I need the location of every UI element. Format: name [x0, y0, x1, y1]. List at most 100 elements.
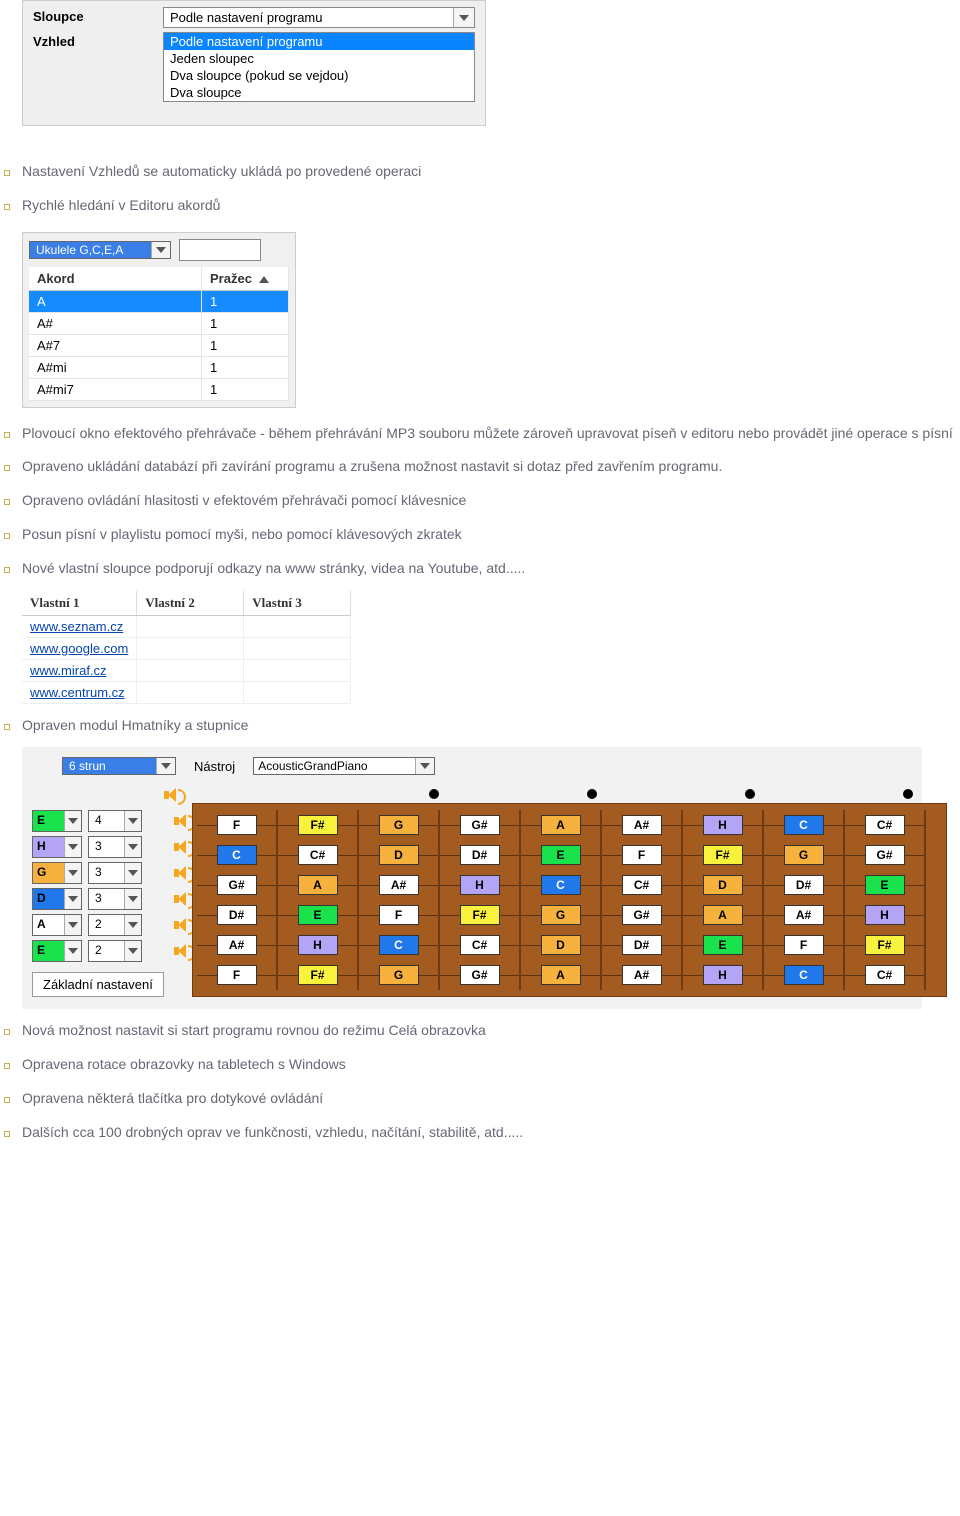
speaker-icon[interactable]: [174, 866, 192, 880]
speaker-icon[interactable]: [174, 814, 192, 828]
fret-cell[interactable]: C#: [440, 930, 521, 960]
dropdown-icon[interactable]: [156, 758, 175, 774]
table-row[interactable]: www.miraf.cz: [22, 659, 351, 681]
fret-cell[interactable]: F: [197, 960, 278, 990]
table-row[interactable]: www.centrum.cz: [22, 681, 351, 703]
fret-cell[interactable]: D: [521, 930, 602, 960]
fret-cell[interactable]: C: [197, 840, 278, 870]
dropdown-icon[interactable]: [124, 915, 141, 935]
fret-cell[interactable]: G: [521, 900, 602, 930]
dropdown-icon[interactable]: [124, 837, 141, 857]
fret-cell[interactable]: C#: [602, 870, 683, 900]
fret-cell[interactable]: D: [359, 840, 440, 870]
fret-cell[interactable]: C#: [845, 960, 926, 990]
note-select[interactable]: E: [32, 940, 82, 962]
octave-select[interactable]: 2: [88, 914, 142, 936]
link-cell[interactable]: www.miraf.cz: [22, 659, 137, 681]
octave-select[interactable]: 3: [88, 862, 142, 884]
fret-cell[interactable]: A: [521, 960, 602, 990]
fret-cell[interactable]: E: [521, 840, 602, 870]
table-row[interactable]: A#mi1: [29, 356, 289, 378]
fret-cell[interactable]: F#: [440, 900, 521, 930]
sloupce-select[interactable]: Podle nastavení programu: [163, 7, 475, 28]
instrument-select[interactable]: AcousticGrandPiano: [253, 757, 435, 775]
fret-cell[interactable]: F: [197, 810, 278, 840]
dropdown-icon[interactable]: [124, 811, 141, 831]
fret-cell[interactable]: D: [683, 870, 764, 900]
dropdown-icon[interactable]: [64, 811, 81, 831]
note-select[interactable]: E: [32, 810, 82, 832]
dropdown-icon[interactable]: [64, 837, 81, 857]
dropdown-icon[interactable]: [124, 941, 141, 961]
fret-cell[interactable]: H: [440, 870, 521, 900]
fret-cell[interactable]: G#: [440, 960, 521, 990]
dropdown-icon[interactable]: [415, 758, 434, 774]
fret-cell[interactable]: G: [359, 960, 440, 990]
fret-cell[interactable]: A: [521, 810, 602, 840]
fret-cell[interactable]: H: [683, 810, 764, 840]
fret-cell[interactable]: G#: [602, 900, 683, 930]
strings-select[interactable]: 6 strun: [62, 757, 176, 775]
fret-cell[interactable]: F: [764, 930, 845, 960]
fret-cell[interactable]: G: [359, 810, 440, 840]
fret-cell[interactable]: F: [359, 900, 440, 930]
dropdown-icon[interactable]: [64, 915, 81, 935]
fret-cell[interactable]: F#: [683, 840, 764, 870]
link-cell[interactable]: www.seznam.cz: [22, 615, 137, 637]
dropdown-icon[interactable]: [64, 863, 81, 883]
fret-cell[interactable]: A#: [197, 930, 278, 960]
fret-cell[interactable]: E: [845, 870, 926, 900]
table-row[interactable]: A#mi71: [29, 378, 289, 400]
fret-cell[interactable]: E: [278, 900, 359, 930]
dropdown-icon[interactable]: [453, 8, 474, 27]
speaker-icon[interactable]: [174, 944, 192, 958]
fret-cell[interactable]: A#: [764, 900, 845, 930]
fret-cell[interactable]: C#: [278, 840, 359, 870]
fret-cell[interactable]: D#: [440, 840, 521, 870]
fret-cell[interactable]: E: [683, 930, 764, 960]
link-cell[interactable]: www.google.com: [22, 637, 137, 659]
fret-cell[interactable]: C: [764, 960, 845, 990]
table-row[interactable]: A#71: [29, 334, 289, 356]
octave-select[interactable]: 3: [88, 888, 142, 910]
dropdown-icon[interactable]: [151, 242, 170, 258]
speaker-icon[interactable]: [174, 892, 192, 906]
fret-cell[interactable]: A#: [602, 810, 683, 840]
octave-select[interactable]: 4: [88, 810, 142, 832]
dropdown-icon[interactable]: [124, 863, 141, 883]
basic-settings-button[interactable]: Základní nastavení: [32, 972, 164, 997]
tuning-select[interactable]: Ukulele G,C,E,A: [29, 241, 171, 259]
note-select[interactable]: D: [32, 888, 82, 910]
fret-cell[interactable]: A#: [602, 960, 683, 990]
dropdown-icon[interactable]: [64, 941, 81, 961]
sort-up-icon[interactable]: [259, 276, 269, 283]
fret-cell[interactable]: F#: [845, 930, 926, 960]
fret-cell[interactable]: C: [359, 930, 440, 960]
fret-cell[interactable]: H: [278, 930, 359, 960]
octave-select[interactable]: 3: [88, 836, 142, 858]
speaker-icon[interactable]: [164, 788, 182, 802]
fret-cell[interactable]: F: [602, 840, 683, 870]
speaker-icon[interactable]: [174, 840, 192, 854]
fret-cell[interactable]: C: [521, 870, 602, 900]
note-select[interactable]: A: [32, 914, 82, 936]
fret-cell[interactable]: H: [683, 960, 764, 990]
fret-cell[interactable]: F#: [278, 960, 359, 990]
fret-cell[interactable]: A: [683, 900, 764, 930]
octave-select[interactable]: 2: [88, 940, 142, 962]
dropdown-icon[interactable]: [124, 889, 141, 909]
fret-cell[interactable]: G#: [440, 810, 521, 840]
speaker-icon[interactable]: [174, 918, 192, 932]
dropdown-icon[interactable]: [64, 889, 81, 909]
fret-cell[interactable]: D#: [602, 930, 683, 960]
fret-cell[interactable]: A: [278, 870, 359, 900]
note-select[interactable]: H: [32, 836, 82, 858]
link-cell[interactable]: www.centrum.cz: [22, 681, 137, 703]
fret-cell[interactable]: C: [764, 810, 845, 840]
table-row[interactable]: www.google.com: [22, 637, 351, 659]
table-row[interactable]: www.seznam.cz: [22, 615, 351, 637]
search-input[interactable]: [179, 239, 261, 261]
note-select[interactable]: G: [32, 862, 82, 884]
fret-cell[interactable]: D#: [764, 870, 845, 900]
fret-cell[interactable]: C#: [845, 810, 926, 840]
